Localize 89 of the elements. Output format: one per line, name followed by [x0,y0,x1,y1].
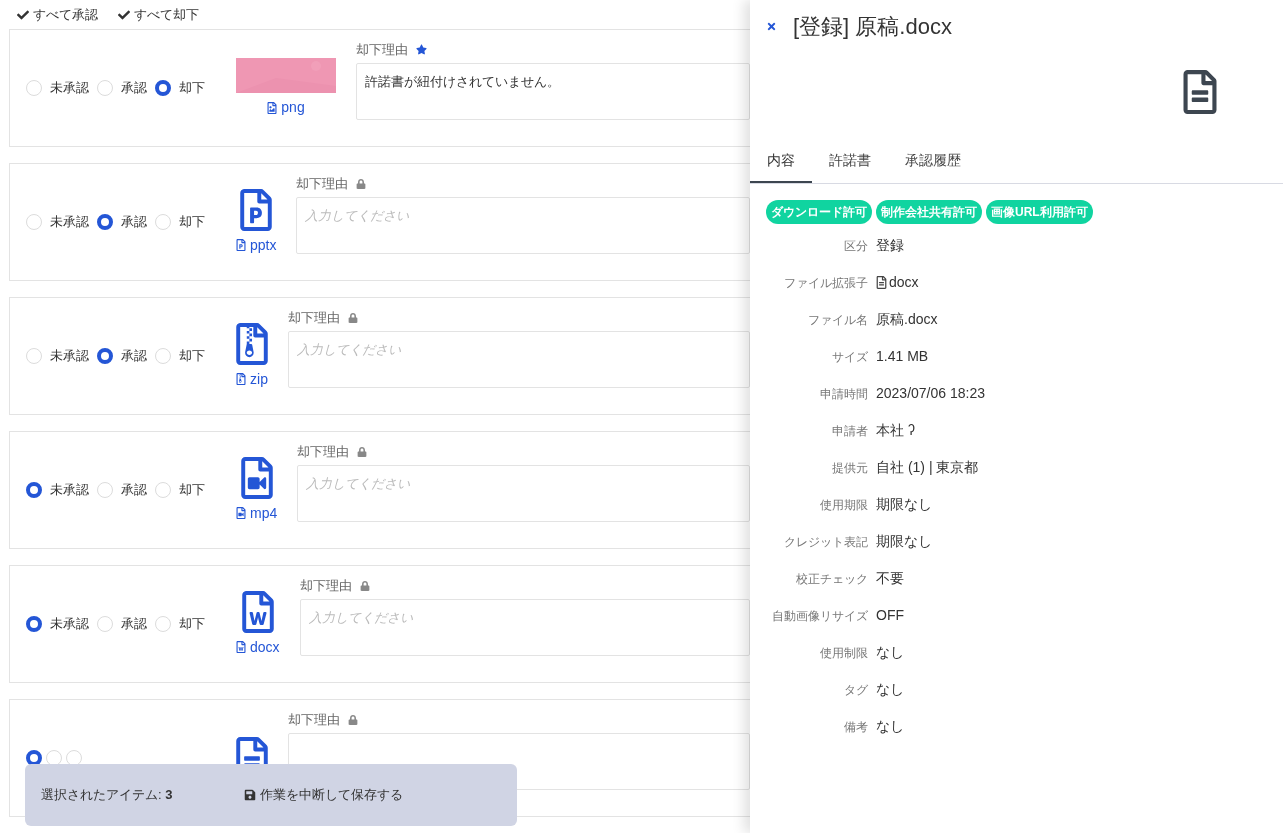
close-icon [766,20,777,32]
detail-value: 不要 [876,569,904,588]
detail-label: 備考 [843,718,868,736]
radio-button[interactable] [26,482,42,498]
detail-value: 期限なし [876,532,932,551]
check-icon [17,8,29,21]
save-button[interactable]: 作業を中断して保存する [244,785,404,805]
zip-file-icon [236,322,268,365]
detail-label: 使用期限 [819,496,868,514]
document-icon [876,276,887,289]
word-file-icon [236,641,246,653]
radio-label: 未承認 [50,213,89,232]
video-file-icon [240,456,273,499]
radio-label: 却下 [179,347,205,366]
radio-label: 未承認 [50,347,89,366]
radio-label: 承認 [121,79,147,98]
image-file-icon [267,101,278,114]
detail-value: 登録 [876,236,904,255]
radio-label: 却下 [179,481,205,500]
detail-label: タグ [843,681,868,699]
field-label: 却下理由 [296,174,349,193]
detail-value: なし [876,717,904,736]
detail-value: 自社 (1) | 東京都 [876,458,979,477]
radio-label: 未承認 [50,79,89,98]
permission-tag: 画像URL利用許可 [986,200,1093,224]
radio-label: 承認 [121,347,147,366]
radio-label: 未承認 [50,615,89,634]
detail-value: OFF [876,606,904,625]
field-label: 却下理由 [297,442,350,461]
detail-label: ファイル名 [807,311,868,329]
word-file-icon [241,590,274,633]
check-icon [118,8,130,21]
close-button[interactable] [766,20,777,32]
detail-value: 期限なし [876,495,932,514]
detail-value: なし [876,643,904,662]
zip-file-icon [236,373,247,385]
radio-label: 却下 [179,213,205,232]
radio-label: 承認 [121,213,147,232]
detail-label: クレジット表記 [783,533,868,551]
radio-label: 承認 [121,481,147,500]
approve-all-button[interactable]: すべて承認 [17,4,98,25]
document-icon [1183,70,1217,114]
reject-all-button[interactable]: すべて却下 [118,4,199,25]
presentation-file-icon [236,239,246,251]
permission-tag: 制作会社共有許可 [876,200,982,224]
detail-label: 自動画像リサイズ [771,607,868,625]
radio-button[interactable] [97,348,113,364]
detail-value: 2023/07/06 18:23 [876,384,985,403]
detail-label: 校正チェック [795,570,868,588]
field-label: 却下理由 [299,576,352,595]
detail-value: docx [889,273,919,292]
detail-label: 区分 [843,237,868,255]
reason-field[interactable]: 許諾書が紐付けされていません。 [356,63,750,121]
radio-label: 未承認 [50,481,89,500]
selected-count: 選択されたアイテム: 3 [41,786,173,805]
detail-label: ファイル拡張子 [783,274,868,292]
detail-label: 提供元 [831,459,868,477]
save-icon [244,789,257,801]
detail-value: 原稿.docx [876,310,938,329]
radio-button[interactable] [155,80,171,96]
document-icon [236,737,268,764]
tab[interactable]: 許諾書 [812,140,888,183]
detail-label: サイズ [831,348,868,366]
field-label: 却下理由 [356,40,408,59]
panel-title: [登録] 原稿.docx [793,12,952,41]
file-type-link[interactable]: pptx [236,234,277,256]
detail-label: 申請者 [831,422,868,440]
detail-label: 使用制限 [819,644,868,662]
tab[interactable]: 承認履歴 [888,140,978,183]
radio-label: 却下 [179,79,205,98]
radio-button[interactable] [97,214,113,230]
radio-button[interactable] [26,616,42,632]
detail-label: 申請時間 [819,385,868,403]
radio-label: 承認 [121,615,147,634]
video-file-icon [236,507,246,519]
file-type-link[interactable]: docx [236,636,280,658]
presentation-file-icon [240,188,273,231]
file-type-link[interactable]: mp4 [236,502,278,524]
radio-button[interactable] [26,750,42,766]
field-label: 却下理由 [288,710,340,729]
detail-value: 本社 ʔ [876,421,915,440]
field-label: 却下理由 [288,308,340,327]
file-type-link[interactable]: zip [236,368,268,390]
detail-value: 1.41 MB [876,347,929,366]
permission-tag: ダウンロード許可 [766,200,872,224]
file-type-link[interactable]: png [267,97,305,118]
tab[interactable]: 内容 [750,140,812,183]
radio-label: 却下 [179,615,205,634]
detail-value: なし [876,680,904,699]
